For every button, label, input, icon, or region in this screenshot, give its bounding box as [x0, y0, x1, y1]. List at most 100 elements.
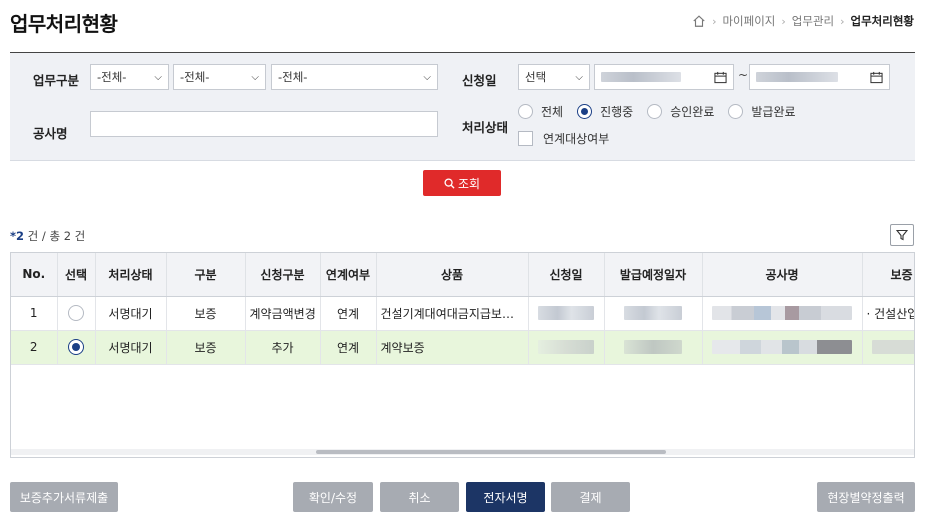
redacted-value [871, 340, 914, 355]
e-sign-button[interactable]: 전자서명 [466, 482, 545, 512]
redacted-value [538, 306, 594, 321]
column-header[interactable]: 상품 [376, 253, 529, 297]
redacted-value [712, 306, 852, 321]
filter-button[interactable] [890, 224, 914, 246]
search-icon [444, 177, 455, 189]
redacted-date [601, 72, 681, 82]
status-radio-group: 전체 진행중 승인완료 발급완료 [518, 103, 810, 120]
breadcrumb-item[interactable]: 업무관리 [792, 13, 834, 29]
column-header[interactable]: No. [11, 253, 58, 297]
redacted-value [624, 340, 682, 355]
horizontal-scrollbar[interactable] [11, 449, 914, 455]
column-header[interactable]: 발급예정일자 [604, 253, 703, 297]
cell-issue-date [604, 296, 703, 331]
project-name-input[interactable] [90, 111, 438, 137]
confirm-edit-button[interactable]: 확인/수정 [293, 482, 373, 512]
cell-project-name [702, 330, 863, 365]
select-value: -전체- [278, 70, 308, 84]
column-header[interactable]: 연계여부 [320, 253, 377, 297]
cell-apply-date [528, 296, 605, 331]
cell-linked: 연계 [320, 296, 377, 331]
linked-target-checkbox-row[interactable]: 연계대상여부 [518, 130, 609, 147]
apply-date-label: 신청일 [462, 73, 497, 88]
cell-no: 1 [11, 296, 58, 331]
redacted-date [756, 72, 838, 82]
column-header[interactable]: 처리상태 [95, 253, 167, 297]
chevron-down-icon: ⌵ [423, 71, 431, 83]
row-radio-selected[interactable] [68, 339, 84, 355]
radio-label: 발급완료 [751, 105, 796, 119]
radio-button-selected[interactable] [577, 104, 593, 119]
status-option-approved[interactable]: 승인완료 [647, 103, 714, 120]
cell-select[interactable] [57, 330, 96, 365]
column-header[interactable]: 보증 [862, 253, 914, 297]
cell-product: 계약보증 [376, 330, 529, 365]
business-type-select-2[interactable]: -전체- ⌵ [173, 64, 266, 90]
cell-type: 보증 [166, 296, 246, 331]
search-button-label: 조회 [457, 176, 481, 191]
search-button[interactable]: 조회 [423, 170, 501, 196]
date-separator: ~ [738, 68, 749, 82]
chevron-down-icon: ⌵ [154, 71, 162, 83]
site-agreement-print-button[interactable]: 현장별약정출력 [817, 482, 915, 512]
checkbox-label: 연계대상여부 [543, 132, 610, 146]
cell-apply-date [528, 330, 605, 365]
cell-status: 서명대기 [95, 296, 167, 331]
table-header-row: No. 선택 처리상태 구분 신청구분 연계여부 상품 신청일 발급예정일자 공… [11, 253, 914, 297]
radio-label: 승인완료 [670, 105, 715, 119]
page-title: 업무처리현황 [10, 12, 118, 36]
row-radio[interactable] [68, 305, 84, 321]
chevron-right-icon: › [781, 14, 786, 28]
breadcrumb-current: 업무처리현황 [850, 14, 914, 28]
cell-apply-type: 추가 [245, 330, 321, 365]
redacted-value [538, 340, 594, 355]
business-type-select-1[interactable]: -전체- ⌵ [90, 64, 169, 90]
select-value: -전체- [180, 70, 210, 84]
cancel-button[interactable]: 취소 [380, 482, 459, 512]
cell-linked: 연계 [320, 330, 377, 365]
calendar-icon[interactable] [714, 71, 727, 84]
status-option-in-progress[interactable]: 진행중 [577, 103, 633, 120]
column-header[interactable]: 선택 [57, 253, 96, 297]
scrollbar-thumb[interactable] [316, 450, 666, 454]
chevron-down-icon: ⌵ [575, 71, 583, 83]
business-type-select-3[interactable]: -전체- ⌵ [271, 64, 438, 90]
status-label: 처리상태 [462, 120, 509, 135]
radio-button[interactable] [518, 104, 533, 119]
cell-status: 서명대기 [95, 330, 167, 365]
table-row[interactable]: 1 서명대기 보증 계약금액변경 연계 건설기계대여대금지급보… · 건설산업기 [11, 296, 914, 331]
column-header[interactable]: 구분 [166, 253, 246, 297]
cell-project-name [702, 296, 863, 331]
breadcrumb: › 마이페이지 › 업무관리 › 업무처리현황 [692, 13, 914, 29]
cell-type: 보증 [166, 330, 246, 365]
payment-button[interactable]: 결제 [551, 482, 630, 512]
status-option-all[interactable]: 전체 [518, 103, 563, 120]
column-header[interactable]: 신청일 [528, 253, 605, 297]
result-count: *2 건 / 총 2 건 [10, 228, 85, 244]
cell-apply-type: 계약금액변경 [245, 296, 321, 331]
table-row-selected[interactable]: 2 서명대기 보증 추가 연계 계약보증 [11, 330, 914, 365]
end-date-input[interactable] [749, 64, 890, 90]
add-guarantee-docs-button[interactable]: 보증추가서류제출 [10, 482, 118, 512]
radio-button[interactable] [728, 104, 744, 119]
home-icon[interactable] [692, 14, 706, 28]
select-value: -전체- [97, 70, 127, 84]
count-text: 건 / 총 2 건 [24, 229, 86, 243]
cell-guarantor: · 건설산업기 [862, 296, 914, 331]
chevron-right-icon: › [712, 14, 717, 28]
apply-date-select[interactable]: 선택 ⌵ [518, 64, 590, 90]
calendar-icon[interactable] [870, 71, 883, 84]
status-option-issued[interactable]: 발급완료 [728, 103, 796, 120]
select-value: 선택 [525, 70, 547, 84]
radio-button[interactable] [647, 104, 663, 119]
cell-select[interactable] [57, 296, 96, 331]
redacted-value [712, 340, 852, 355]
column-header[interactable]: 공사명 [702, 253, 863, 297]
breadcrumb-item[interactable]: 마이페이지 [722, 13, 775, 29]
radio-label: 진행중 [600, 105, 634, 119]
start-date-input[interactable] [594, 64, 734, 90]
cell-product: 건설기계대여대금지급보… [376, 296, 529, 331]
radio-label: 전체 [541, 105, 564, 119]
linked-target-checkbox[interactable] [518, 131, 533, 146]
column-header[interactable]: 신청구분 [245, 253, 321, 297]
